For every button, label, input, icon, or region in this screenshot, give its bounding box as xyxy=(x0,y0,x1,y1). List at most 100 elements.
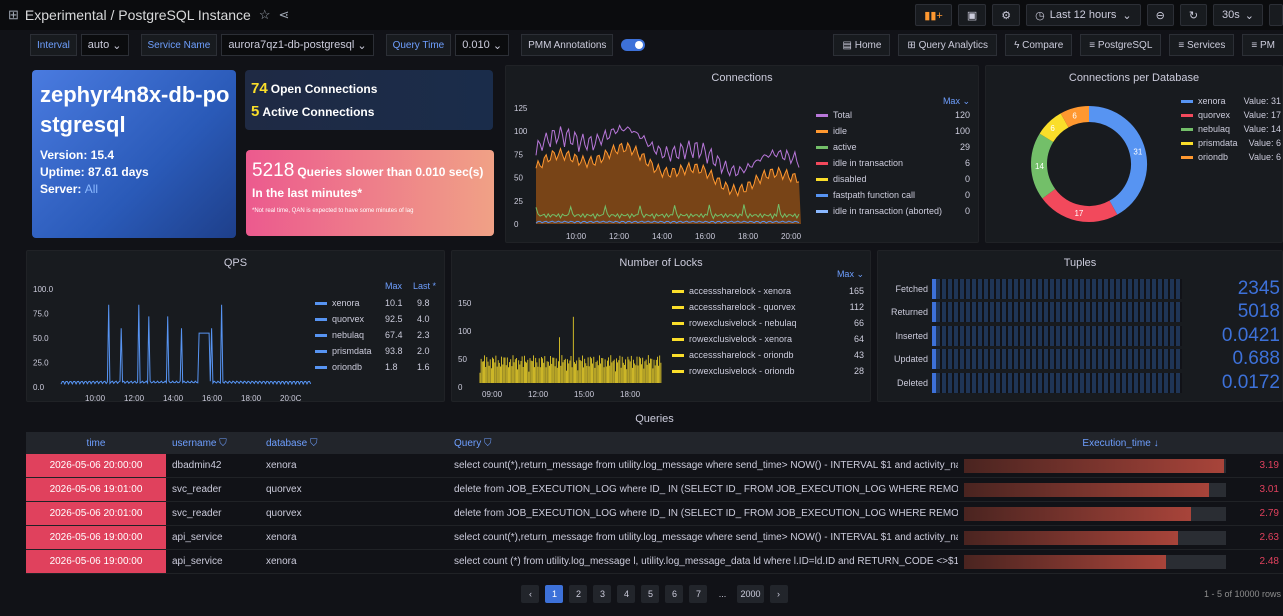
tuple-bar xyxy=(932,325,1182,346)
y-tick-label: 75.0 xyxy=(33,310,49,319)
y-tick-label: 0.0 xyxy=(33,383,45,392)
col-database[interactable]: database ⛉ xyxy=(260,438,448,449)
legend-item[interactable]: fastpath function call 0 xyxy=(816,187,970,203)
next-page-button[interactable]: › xyxy=(769,585,788,603)
chevron-down-icon: ⌄ xyxy=(1244,9,1254,22)
query-cell[interactable]: delete from JOB_EXECUTION_LOG where ID_ … xyxy=(448,508,958,519)
page-button[interactable]: 2000 xyxy=(737,585,764,603)
filter-icon[interactable]: ⛉ xyxy=(310,438,318,449)
legend-item[interactable]: quorvex 92.5 4.0 xyxy=(315,311,439,327)
table-row[interactable]: 2026-05-06 19:00:00 api_service xenora sele… xyxy=(26,550,1283,574)
query-cell[interactable]: delete from JOB_EXECUTION_LOG where ID_ … xyxy=(448,484,958,495)
legend-item[interactable]: accesssharelock - xenora 165 xyxy=(672,283,864,299)
page-button[interactable]: 7 xyxy=(689,585,708,603)
database-cell: quorvex xyxy=(266,484,302,495)
page-button[interactable]: 2 xyxy=(569,585,588,603)
legend-item[interactable]: accesssharelock - quorvex 112 xyxy=(672,299,864,315)
link-query-analytics[interactable]: ⊞ Query Analytics xyxy=(898,34,998,56)
settings-button[interactable]: ⚙ xyxy=(992,4,1021,26)
table-row[interactable]: 2026-05-06 20:00:00 dbadmin42 xenora select… xyxy=(26,454,1283,478)
page-button[interactable]: 4 xyxy=(617,585,636,603)
filter-icon[interactable]: ⛉ xyxy=(484,438,492,449)
x-tick-label: 15:00 xyxy=(574,390,595,399)
query-cell[interactable]: select count(*),return_message from util… xyxy=(448,532,958,543)
legend-item[interactable]: nebulaq Value: 14 xyxy=(1181,122,1281,136)
x-tick-label: 18:00 xyxy=(738,232,759,241)
filter-icon[interactable]: ⛉ xyxy=(219,438,227,449)
legend-item[interactable]: idle in transaction (aborted) 0 xyxy=(816,203,970,219)
exec-time-cell: 2.48 xyxy=(958,550,1283,573)
link-home[interactable]: ▤ Home xyxy=(833,34,891,56)
legend-item[interactable]: rowexclusivelock - oriondb 28 xyxy=(672,363,864,379)
refresh-button[interactable]: ↻ xyxy=(1179,4,1208,26)
table-row[interactable]: 2026-05-06 20:01:00 svc_reader quorvex dele… xyxy=(26,502,1283,526)
star-icon[interactable]: ☆ xyxy=(259,7,271,23)
legend-item[interactable]: idle 100 xyxy=(816,123,970,139)
qps-last-header[interactable]: Last * xyxy=(413,281,436,295)
link-services[interactable]: ≡ Services xyxy=(1169,34,1235,56)
legend-item[interactable]: accesssharelock - oriondb 43 xyxy=(672,347,864,363)
legend-item[interactable]: nebulaq 67.4 2.3 xyxy=(315,327,439,343)
x-tick-label: 12:00 xyxy=(528,390,549,399)
time-picker[interactable]: ◷ Last 12 hours ⌄ xyxy=(1026,4,1141,26)
gear-icon: ⚙ xyxy=(1001,9,1012,22)
page-button[interactable]: 3 xyxy=(593,585,612,603)
locks-max-header[interactable]: Max ⌄ xyxy=(672,269,864,283)
col-time[interactable]: time xyxy=(26,432,166,454)
page-button[interactable]: 1 xyxy=(545,585,564,603)
legend-item[interactable]: rowexclusivelock - xenora 64 xyxy=(672,331,864,347)
legend-item[interactable]: Total 120 xyxy=(816,107,970,123)
legend-item[interactable]: prismdata 93.8 2.0 xyxy=(315,343,439,359)
refresh-interval-picker[interactable]: 30s ⌄ xyxy=(1213,4,1263,26)
pagination: ‹ 1 2 3 4 5 6 7... 2000 › 1 - 5 of 10000 rows xyxy=(26,582,1283,606)
more-button[interactable] xyxy=(1269,4,1283,26)
link-pmm[interactable]: ≡ PM xyxy=(1242,34,1283,56)
col-query[interactable]: Query ⛉ xyxy=(448,438,958,449)
queries-table: time username ⛉ database ⛉ Query ⛉ Execu… xyxy=(26,432,1283,574)
page-button[interactable]: 5 xyxy=(641,585,660,603)
query-time-select[interactable]: 0.010 ⌄ xyxy=(455,34,510,56)
slow-queries-card[interactable]: 5218 Queries slower than 0.010 sec(s) In… xyxy=(246,150,494,236)
qps-max-header[interactable]: Max xyxy=(385,281,413,295)
tuple-row: Inserted 0.0421 xyxy=(895,324,1280,346)
max-column-header[interactable]: Max ⌄ xyxy=(816,96,970,107)
cpd-donut: 31 17 14 6 6 xyxy=(1031,106,1147,222)
donut-slice[interactable] xyxy=(1039,113,1069,143)
legend-item[interactable]: rowexclusivelock - nebulaq 66 xyxy=(672,315,864,331)
col-execution-time[interactable]: Execution_time ↓ xyxy=(958,432,1283,454)
variables-bar: Interval auto ⌄ Service Name aurora7qz1-… xyxy=(30,34,1283,56)
annotations-toggle[interactable] xyxy=(621,39,646,51)
legend-item[interactable]: oriondb 1.8 1.6 xyxy=(315,359,439,375)
query-cell[interactable]: select count (*) from utility.log_messag… xyxy=(448,556,958,567)
service-name-select[interactable]: aurora7qz1-db-postgresql ⌄ xyxy=(221,34,374,56)
legend-item[interactable]: oriondb Value: 6 xyxy=(1181,150,1281,164)
legend-item[interactable]: prismdata Value: 6 xyxy=(1181,136,1281,150)
dashboard-title[interactable]: Experimental / PostgreSQL Instance xyxy=(25,7,251,23)
share-icon[interactable]: ⋖ xyxy=(279,7,290,23)
page-button[interactable]: 6 xyxy=(665,585,684,603)
table-row[interactable]: 2026-05-06 19:00:00 api_service xenora sele… xyxy=(26,526,1283,550)
server-link[interactable]: All xyxy=(85,182,98,196)
x-tick-label: 10:00 xyxy=(85,394,106,403)
interval-select[interactable]: auto ⌄ xyxy=(80,34,129,56)
col-username[interactable]: username ⛉ xyxy=(166,438,260,449)
link-compare[interactable]: ϟ Compare xyxy=(1005,34,1073,56)
x-tick-label: 12:00 xyxy=(609,232,630,241)
legend-item[interactable]: disabled 0 xyxy=(816,171,970,187)
apps-grid-icon[interactable]: ⊞ xyxy=(8,7,19,23)
legend-item[interactable]: xenora Value: 31 xyxy=(1181,94,1281,108)
legend-swatch xyxy=(672,369,684,373)
legend-item[interactable]: xenora 10.1 9.8 xyxy=(315,295,439,311)
zoom-out-button[interactable]: ⊖ xyxy=(1146,4,1174,26)
legend-item[interactable]: idle in transaction 6 xyxy=(816,155,970,171)
query-cell[interactable]: select count(*),return_message from util… xyxy=(448,460,958,471)
table-row[interactable]: 2026-05-06 19:01:00 svc_reader quorvex dele… xyxy=(26,478,1283,502)
exec-time-cell: 3.19 xyxy=(958,454,1283,477)
prev-page-button[interactable]: ‹ xyxy=(521,585,540,603)
donut-slice[interactable] xyxy=(1088,106,1147,215)
link-postgresql[interactable]: ≡ PostgreSQL xyxy=(1080,34,1162,56)
add-panel-button[interactable]: ▮▮+ xyxy=(915,4,952,26)
save-button[interactable]: ▣ xyxy=(957,4,987,26)
legend-item[interactable]: quorvex Value: 17 xyxy=(1181,108,1281,122)
legend-item[interactable]: active 29 xyxy=(816,139,970,155)
